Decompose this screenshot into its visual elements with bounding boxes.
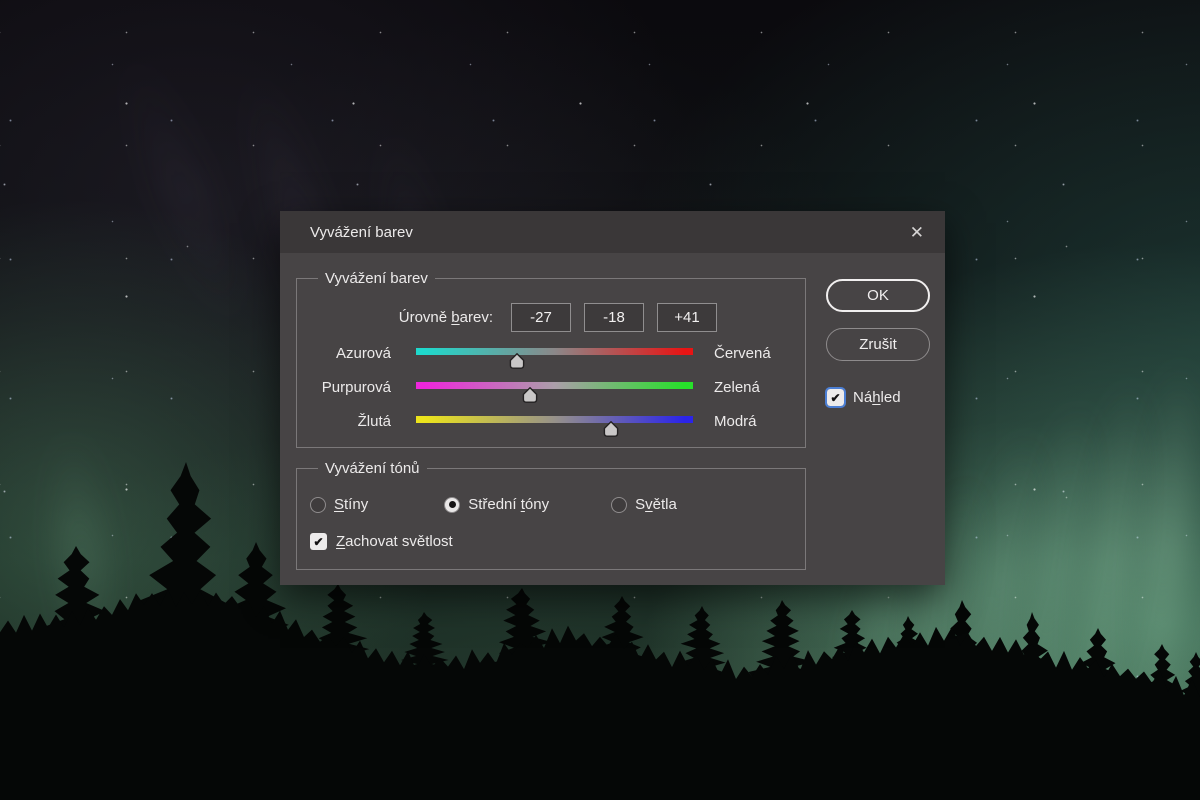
slider-track[interactable] [416,416,693,423]
radio-shadows[interactable]: Stíny [310,496,368,513]
color-balance-dialog: Vyvážení barev ✕ Vyvážení barev Úrovně b… [280,211,945,585]
slider-left-label: Azurová [297,341,391,367]
radio-label: Stíny [334,496,368,513]
slider-right-label: Červená [714,341,771,367]
slider-right-label: Zelená [714,375,760,401]
slider-left-label: Purpurová [297,375,391,401]
dialog-titlebar[interactable]: Vyvážení barev ✕ [280,211,945,253]
tone-radio-group: Stíny Střední tóny Světla [310,496,677,513]
preserve-luminosity-label: Zachovat světlost [336,533,453,550]
level-input-magenta-green[interactable] [584,303,644,332]
checkbox-icon: ✔ [310,533,327,550]
preserve-luminosity-checkbox[interactable]: ✔ Zachovat světlost [310,533,453,550]
slider-thumb[interactable] [520,387,540,403]
radio-circle [310,497,326,513]
tone-balance-group: Vyvážení tónů StínyStřední tónySvětla ✔ … [296,468,806,570]
color-levels-row: Úrovně barev: [297,303,805,332]
slider-left-label: Žlutá [297,409,391,435]
slider-row-0: Azurová Červená [297,341,805,367]
group-legend: Vyvážení barev [318,269,435,289]
slider-row-2: Žlutá Modrá [297,409,805,435]
level-input-cyan-red[interactable] [511,303,571,332]
slider-thumb[interactable] [507,353,527,369]
dialog-body: Vyvážení barev Úrovně barev: Azurová Červ… [280,253,945,585]
radio-circle [611,497,627,513]
group-legend: Vyvážení tónů [318,459,427,479]
radio-label: Světla [635,496,677,513]
level-input-yellow-blue[interactable] [657,303,717,332]
radio-label: Střední tóny [468,496,549,513]
radio-circle [444,497,460,513]
dialog-title: Vyvážení barev [310,224,413,241]
cancel-button[interactable]: Zrušit [826,328,930,361]
radio-midtones[interactable]: Střední tóny [444,496,549,513]
levels-label: Úrovně barev: [297,309,493,326]
desktop: Vyvážení barev ✕ Vyvážení barev Úrovně b… [0,0,1200,800]
slider-track[interactable] [416,348,693,355]
slider-track[interactable] [416,382,693,389]
close-icon[interactable]: ✕ [910,224,924,241]
slider-thumb[interactable] [601,421,621,437]
radio-highlights[interactable]: Světla [611,496,677,513]
color-balance-group: Vyvážení barev Úrovně barev: AzurováČerv… [296,278,806,448]
ok-button[interactable]: OK [826,279,930,312]
checkbox-icon: ✔ [827,389,844,406]
slider-right-label: Modrá [714,409,757,435]
slider-row-1: Purpurová Zelená [297,375,805,401]
preview-label: Náhled [853,389,901,406]
preview-checkbox[interactable]: ✔ Náhled [827,389,901,406]
